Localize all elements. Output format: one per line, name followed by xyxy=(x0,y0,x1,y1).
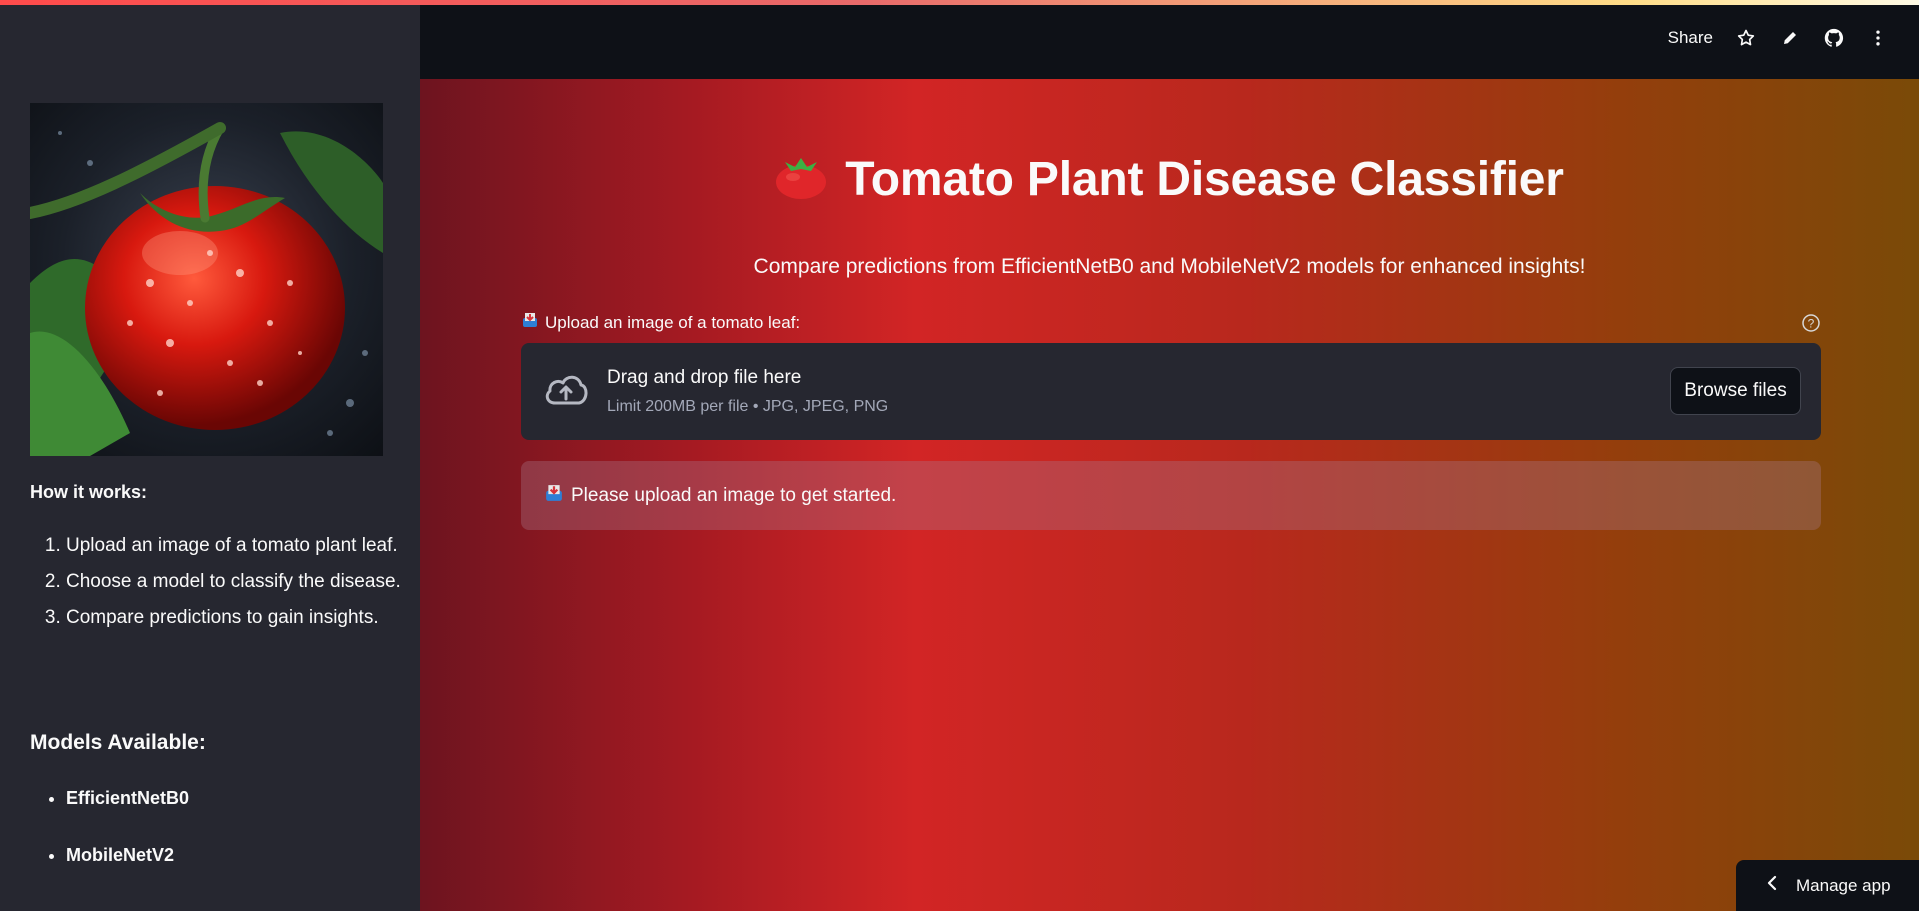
steps-list: Upload an image of a tomato plant leaf. … xyxy=(30,530,426,638)
app-header: Share xyxy=(420,5,1919,79)
list-item: Choose a model to classify the disease. xyxy=(66,566,426,597)
dropzone-limit: Limit 200MB per file • JPG, JPEG, PNG xyxy=(607,398,889,415)
dropzone-title: Drag and drop file here xyxy=(607,367,802,388)
header-actions: Share xyxy=(1668,27,1889,49)
svg-text:?: ? xyxy=(1808,317,1815,331)
info-message: Please upload an image to get started. xyxy=(571,484,897,506)
star-icon[interactable] xyxy=(1735,27,1757,49)
chevron-left-icon xyxy=(1766,875,1778,896)
tomato-image xyxy=(30,103,383,456)
sidebar: How it works: Upload an image of a tomat… xyxy=(0,5,420,911)
pencil-icon[interactable] xyxy=(1779,27,1801,49)
manage-app-label: Manage app xyxy=(1796,875,1891,895)
help-icon[interactable]: ? xyxy=(1801,313,1821,338)
page-title: Tomato Plant Disease Classifier xyxy=(845,153,1564,206)
cloud-upload-icon xyxy=(543,371,589,414)
list-item: Upload an image of a tomato plant leaf. xyxy=(66,530,426,561)
page-subtitle: Compare predictions from EfficientNetB0 … xyxy=(753,255,1586,278)
inbox-tray-icon xyxy=(522,312,538,333)
upload-label-text: Upload an image of a tomato leaf: xyxy=(545,312,801,332)
browse-files-button[interactable]: Browse files xyxy=(1670,367,1801,415)
info-alert: Please upload an image to get started. xyxy=(521,461,1821,530)
github-icon[interactable] xyxy=(1823,27,1845,49)
tomato-icon xyxy=(775,155,827,204)
upload-label: Upload an image of a tomato leaf: xyxy=(522,312,800,333)
models-list: EfficientNetB0 MobileNetV2 xyxy=(30,784,189,898)
share-button[interactable]: Share xyxy=(1668,28,1713,48)
more-vertical-icon[interactable] xyxy=(1867,27,1889,49)
title-row: Tomato Plant Disease Classifier xyxy=(420,152,1919,207)
list-item: MobileNetV2 xyxy=(66,841,189,869)
models-title: Models Available: xyxy=(30,731,206,754)
manage-app-button[interactable]: Manage app xyxy=(1736,860,1919,911)
file-dropzone[interactable]: Drag and drop file here Limit 200MB per … xyxy=(521,343,1821,440)
main-content: Tomato Plant Disease Classifier Compare … xyxy=(420,79,1919,911)
list-item: EfficientNetB0 xyxy=(66,784,189,812)
how-it-works-title: How it works: xyxy=(30,482,148,502)
inbox-tray-icon xyxy=(545,484,563,508)
top-decoration-bar xyxy=(0,0,1919,5)
list-item: Compare predictions to gain insights. xyxy=(66,602,426,633)
